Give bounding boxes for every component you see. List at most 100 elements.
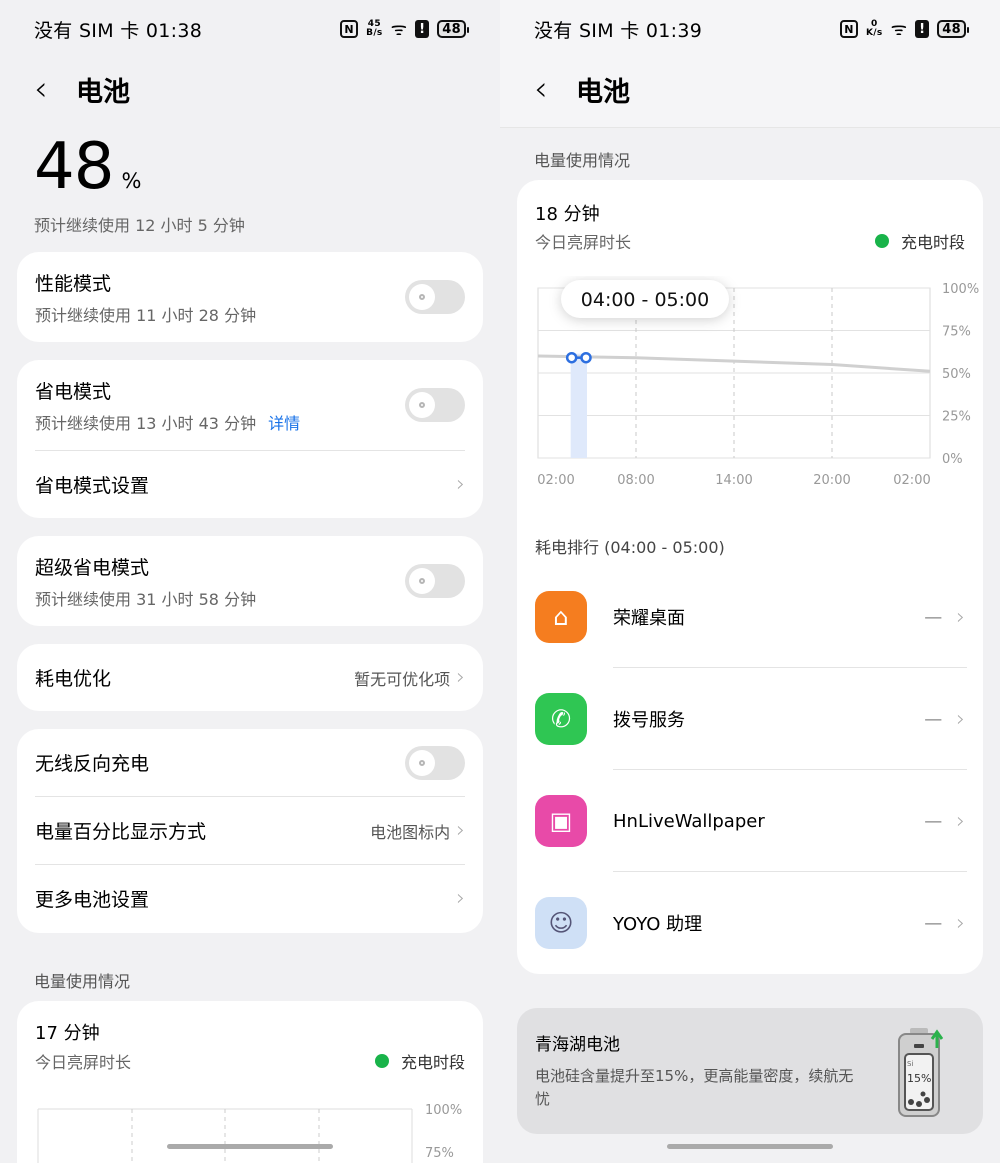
x-tick-label: 02:00 (893, 473, 930, 488)
screen-time-label: 今日亮屏时长 (35, 1053, 132, 1072)
app-usage-value: — (924, 606, 943, 628)
super-save-toggle[interactable] (405, 564, 465, 598)
page-title: 电池 (576, 76, 630, 108)
percent-display-row[interactable]: 电量百分比显示方式 电池图标内 › (17, 797, 483, 864)
home-icon: ⌂ (535, 591, 587, 643)
svg-text:15%: 15% (907, 1072, 931, 1085)
assistant-icon: ☺ (535, 897, 587, 949)
promo-banner[interactable]: 青海湖电池 电池硅含量提升至15%，更高能量密度，续航无忧 Si 15% (517, 1008, 983, 1134)
wireless-charge-row[interactable]: 无线反向充电 (17, 729, 483, 796)
home-indicator[interactable] (667, 1144, 833, 1149)
battery-usage-chart[interactable]: 0% 25% 50% 75% 100% 02:00 08:00 14:00 20:00 02:00… (517, 276, 983, 496)
optimize-card: 耗电优化 暂无可优化项 › (17, 644, 483, 711)
y-tick-label: 100% (425, 1103, 462, 1118)
x-tick-label: 14:00 (715, 473, 752, 488)
y-tick-label: 50% (942, 367, 971, 382)
battery-estimate: 预计继续使用 12 小时 5 分钟 (34, 216, 245, 235)
performance-card: 性能模式 预计继续使用 11 小时 28 分钟 (17, 252, 483, 342)
usage-section-title: 电量使用情况 (34, 972, 131, 991)
power-save-settings-row[interactable]: 省电模式设置 › (17, 451, 483, 518)
usage-card: 17 分钟 今日亮屏时长 充电时段 100% 75% (17, 1001, 483, 1163)
alert-icon: ! (415, 20, 430, 38)
y-tick-label: 0% (942, 452, 963, 467)
data-point (580, 351, 592, 364)
y-tick-label: 25% (942, 410, 971, 425)
mini-chart: 100% 75% (37, 1103, 462, 1163)
chevron-right-icon: › (456, 818, 465, 843)
back-icon[interactable]: ‹ (534, 72, 556, 106)
clock: 01:38 (145, 19, 203, 42)
y-tick-label: 75% (942, 325, 971, 340)
battery-percentage: 48 % (34, 130, 142, 204)
chart-tooltip: 04:00 - 05:00 (561, 280, 729, 318)
app-ranking-list: ⌂ 荣耀桌面 — › ✆ 拨号服务 — › ▣ HnLiveWallpaper — › ☺ YOYO 助理… (517, 566, 983, 974)
app-name: HnLiveWallpaper (613, 810, 765, 832)
chevron-right-icon: › (956, 808, 965, 834)
x-tick-label: 20:00 (813, 473, 850, 488)
charge-legend: 充电时段 (374, 1049, 465, 1073)
app-usage-value: — (924, 912, 943, 934)
net-speed: 0 K/s (866, 19, 883, 38)
x-tick-label: 02:00 (537, 473, 574, 488)
app-usage-value: — (924, 708, 943, 730)
app-name: YOYO 助理 (613, 914, 703, 935)
tooltip-text: 04:00 - 05:00 (581, 289, 709, 311)
alert-icon: ! (915, 20, 930, 38)
home-indicator[interactable] (167, 1144, 333, 1149)
screen-time: 18 分钟 (535, 204, 600, 225)
carrier-text: 没有 SIM 卡 (534, 19, 640, 42)
y-tick-label: 75% (425, 1146, 454, 1161)
performance-mode-row[interactable]: 性能模式 预计继续使用 11 小时 28 分钟 (17, 252, 483, 342)
legend-dot (374, 1054, 389, 1068)
charge-legend: 充电时段 (874, 229, 965, 253)
app-row[interactable]: ☺ YOYO 助理 — › (517, 872, 983, 974)
more-battery-settings-row[interactable]: 更多电池设置 › (17, 865, 483, 932)
screen-time: 17 分钟 (35, 1023, 100, 1044)
battery-icon: 48 (937, 20, 969, 38)
carrier-text: 没有 SIM 卡 (34, 19, 140, 42)
chevron-right-icon: › (456, 886, 465, 911)
usage-section-title: 电量使用情况 (534, 151, 631, 170)
status-bar: 没有 SIM 卡 01:38 N 45 B/s ᯤ ! 48 (34, 14, 469, 44)
data-point (565, 351, 578, 364)
optimize-row[interactable]: 耗电优化 暂无可优化项 › (17, 644, 483, 711)
chevron-right-icon: › (456, 472, 465, 497)
x-tick-label: 08:00 (617, 473, 654, 488)
performance-mode-toggle[interactable] (405, 280, 465, 314)
page-title: 电池 (76, 76, 130, 108)
app-name: 拨号服务 (613, 710, 685, 731)
screen-time-label: 今日亮屏时长 (535, 233, 632, 252)
app-row[interactable]: ⌂ 荣耀桌面 — › (517, 566, 983, 668)
phone-icon: ✆ (535, 693, 587, 745)
legend-dot (874, 234, 889, 248)
usage-card: 18 分钟 今日亮屏时长 充电时段 0% 25% 50% 75% 100% 02:00 08… (517, 180, 983, 974)
app-name: 荣耀桌面 (613, 608, 685, 629)
power-save-row[interactable]: 省电模式 预计继续使用 13 小时 43 分钟 详情 (17, 360, 483, 450)
back-icon[interactable]: ‹ (34, 72, 56, 106)
svg-text:Si: Si (907, 1060, 913, 1068)
app-usage-value: — (924, 810, 943, 832)
chevron-right-icon: › (956, 706, 965, 732)
promo-description: 电池硅含量提升至15%，更高能量密度，续航无忧 (535, 1067, 854, 1108)
status-bar: 没有 SIM 卡 01:39 N 0 K/s ᯤ ! 48 (534, 14, 969, 44)
wifi-icon: ᯤ (890, 19, 908, 40)
chevron-right-icon: › (956, 910, 965, 936)
super-save-row[interactable]: 超级省电模式 预计继续使用 31 小时 58 分钟 (17, 536, 483, 626)
y-tick-label: 100% (942, 282, 979, 297)
details-link[interactable]: 详情 (268, 414, 300, 433)
app-row[interactable]: ▣ HnLiveWallpaper — › (517, 770, 983, 872)
power-save-card: 省电模式 预计继续使用 13 小时 43 分钟 详情 省电模式设置 › (17, 360, 483, 518)
super-save-card: 超级省电模式 预计继续使用 31 小时 58 分钟 (17, 536, 483, 626)
wireless-charge-toggle[interactable] (405, 745, 465, 780)
net-speed: 45 B/s (366, 19, 383, 38)
left-screen: 没有 SIM 卡 01:38 N 45 B/s ᯤ ! 48 ‹ 电池 48 % … (0, 0, 500, 1163)
app-row[interactable]: ✆ 拨号服务 — › (517, 668, 983, 770)
nfc-icon: N (340, 20, 359, 38)
wifi-icon: ᯤ (390, 19, 408, 40)
right-screen: 没有 SIM 卡 01:39 N 0 K/s ᯤ ! 48 ‹ 电池 电量使用情况… (500, 0, 1000, 1163)
power-save-toggle[interactable] (405, 388, 465, 422)
ranking-title: 耗电排行 (04:00 - 05:00) (535, 538, 725, 557)
highlight-bar (570, 353, 587, 458)
clock: 01:39 (645, 19, 703, 42)
settings-card: 无线反向充电 电量百分比显示方式 电池图标内 › 更多电池设置 › (17, 729, 483, 933)
